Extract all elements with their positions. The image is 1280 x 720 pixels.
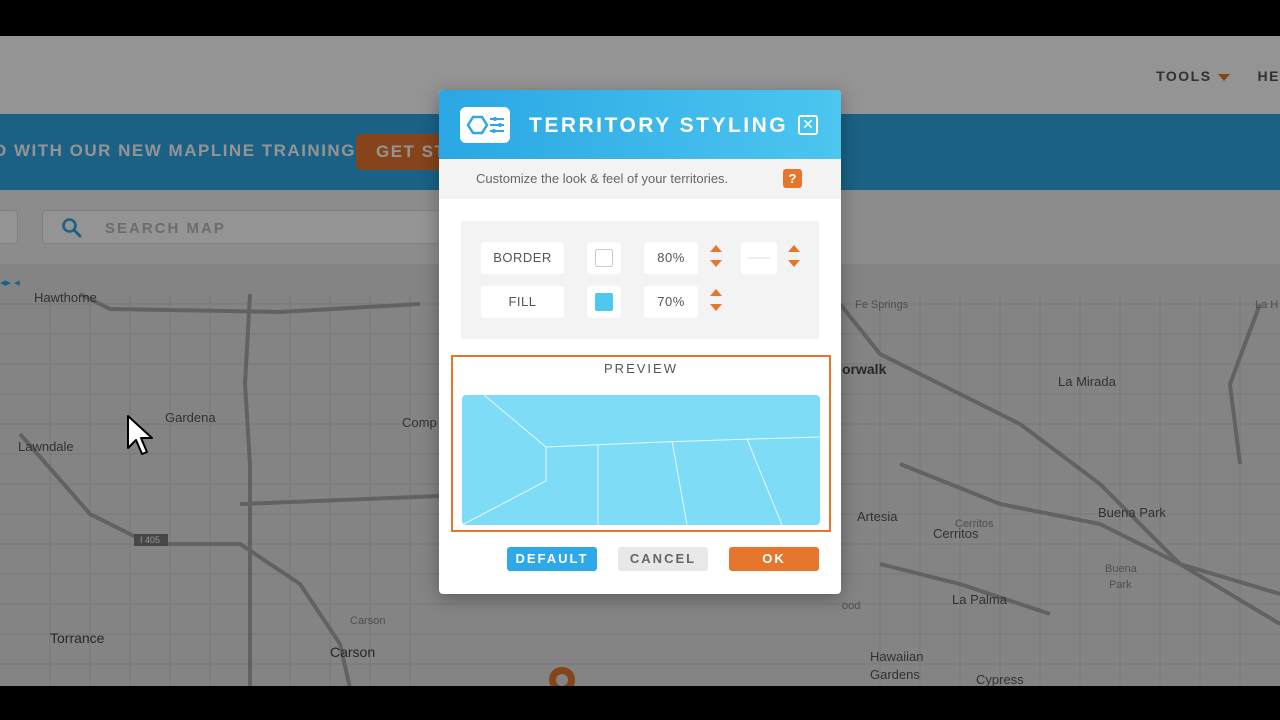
border-color-picker[interactable]	[587, 242, 621, 274]
border-label: BORDER	[481, 242, 564, 274]
style-settings-panel: BORDER 80% FILL 70%	[461, 221, 819, 339]
ok-button[interactable]: OK	[729, 547, 819, 571]
arrow-down-icon[interactable]	[710, 304, 722, 311]
border-weight-selector[interactable]	[741, 242, 777, 274]
territory-styling-dialog: TERRITORY STYLING ✕ Customize the look &…	[439, 90, 841, 594]
preview-panel: PREVIEW	[451, 355, 831, 532]
video-letterbox-top	[0, 0, 1280, 36]
fill-color-swatch	[595, 293, 613, 311]
fill-opacity-stepper[interactable]	[709, 289, 723, 315]
mouse-cursor-icon	[127, 415, 153, 455]
dialog-title: TERRITORY STYLING	[529, 114, 789, 137]
arrow-down-icon[interactable]	[788, 260, 800, 267]
dialog-header: TERRITORY STYLING ✕	[439, 90, 841, 159]
territory-preview-map	[462, 395, 820, 525]
border-opacity-value[interactable]: 80%	[644, 242, 698, 274]
border-weight-line	[748, 257, 770, 259]
territory-styling-icon	[460, 107, 510, 143]
arrow-up-icon[interactable]	[710, 289, 722, 296]
close-icon[interactable]: ✕	[798, 115, 818, 135]
dialog-subtitle-bar: Customize the look & feel of your territ…	[439, 159, 841, 199]
border-color-swatch	[595, 249, 613, 267]
preview-title: PREVIEW	[604, 361, 678, 376]
border-opacity-stepper[interactable]	[709, 245, 723, 271]
video-letterbox-bottom	[0, 686, 1280, 720]
arrow-up-icon[interactable]	[710, 245, 722, 252]
dialog-subtitle: Customize the look & feel of your territ…	[476, 171, 729, 186]
border-weight-stepper[interactable]	[787, 245, 801, 271]
fill-color-picker[interactable]	[587, 286, 621, 318]
cancel-button[interactable]: CANCEL	[618, 547, 708, 571]
default-button[interactable]: DEFAULT	[507, 547, 597, 571]
fill-label: FILL	[481, 286, 564, 318]
arrow-down-icon[interactable]	[710, 260, 722, 267]
fill-opacity-value[interactable]: 70%	[644, 286, 698, 318]
arrow-up-icon[interactable]	[788, 245, 800, 252]
help-icon[interactable]: ?	[783, 169, 802, 188]
